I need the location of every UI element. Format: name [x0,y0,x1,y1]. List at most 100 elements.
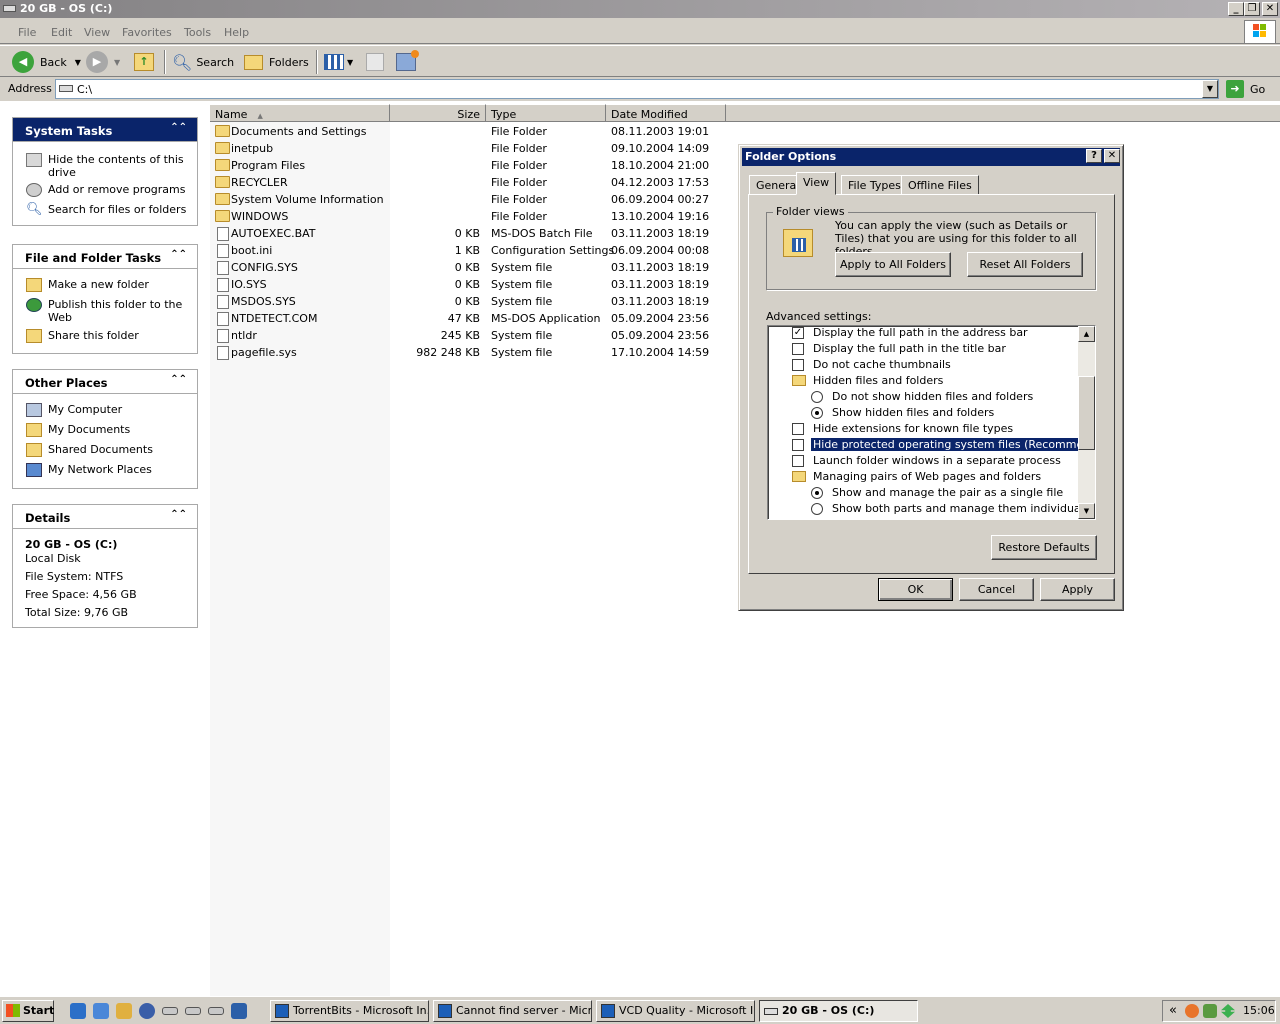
setting-radio[interactable]: Show both parts and manage them individu… [768,501,1093,517]
maximize-button[interactable]: ❐ [1244,2,1260,16]
help-button[interactable]: ? [1086,149,1102,163]
details-header[interactable]: Details ⌃⌃ [13,505,197,529]
network-activity-icon[interactable] [1221,1004,1235,1018]
advanced-settings-scrollbar[interactable]: ▲ ▼ [1078,326,1095,519]
menu-file[interactable]: File [18,26,36,39]
folders-button[interactable]: Folders [244,52,309,72]
file-row[interactable]: CONFIG.SYS 0 KB System file 03.11.2003 18:1… [210,259,730,276]
apply-button[interactable]: Apply [1040,578,1115,601]
checkbox[interactable] [792,439,804,451]
setting-check[interactable]: ✓ Display the full path in the address ba… [768,326,1078,341]
my-computer-link[interactable]: My Computer [13,403,197,417]
scroll-thumb[interactable] [1078,376,1095,450]
address-dropdown-button[interactable]: ▼ [1202,80,1218,98]
file-row[interactable]: RECYCLER File Folder 04.12.2003 17:53 [210,174,730,191]
menu-view[interactable]: View [84,26,110,39]
restore-defaults-button[interactable]: Restore Defaults [991,535,1097,560]
minimize-button[interactable]: _ [1228,2,1244,16]
move-to-button[interactable] [366,52,384,72]
file-folder-tasks-header[interactable]: File and Folder Tasks ⌃⌃ [13,245,197,269]
back-button[interactable]: ◀ Back ▼ [12,51,81,73]
menu-favorites[interactable]: Favorites [122,26,172,39]
my-documents-link[interactable]: My Documents [13,423,197,437]
taskbar-task-cannot-find-server[interactable]: Cannot find server - Micr... [433,1000,592,1022]
clock[interactable]: 15:06 [1243,1004,1275,1017]
advanced-settings-list[interactable]: ✓ Display the full path in the address ba… [767,325,1096,520]
dialog-titlebar[interactable]: Folder Options ? ✕ [742,148,1120,166]
close-button[interactable]: ✕ [1262,2,1278,16]
file-row[interactable]: IO.SYS 0 KB System file 03.11.2003 18:19 [210,276,730,293]
menu-edit[interactable]: Edit [51,26,72,39]
hide-drive-contents-link[interactable]: Hide the contents of this drive [13,153,197,179]
menu-tools[interactable]: Tools [184,26,211,39]
tray-app-icon[interactable] [1203,1004,1217,1018]
taskbar-task-torrentbits[interactable]: TorrentBits - Microsoft In... [270,1000,429,1022]
reset-all-folders-button[interactable]: Reset All Folders [967,252,1083,277]
collapse-icon[interactable]: ⌃⌃ [170,122,187,133]
radio-selected[interactable] [811,407,823,419]
start-button[interactable]: Start [2,1000,54,1022]
apply-to-all-folders-button[interactable]: Apply to All Folders [835,252,951,277]
radio[interactable] [811,391,823,403]
collapse-icon[interactable]: ⌃⌃ [170,374,187,385]
setting-radio[interactable]: Show and manage the pair as a single fil… [768,485,1078,501]
collapse-icon[interactable]: ⌃⌃ [170,249,187,260]
file-row[interactable]: inetpub File Folder 09.10.2004 14:09 [210,140,730,157]
file-row[interactable]: System Volume Information File Folder 06.0… [210,191,730,208]
ie-quicklaunch-icon[interactable] [70,1003,86,1019]
system-tasks-header[interactable]: System Tasks ⌃⌃ [13,118,197,142]
setting-check[interactable]: Hide extensions for known file types [768,421,1078,437]
cancel-button[interactable]: Cancel [959,578,1034,601]
setting-radio[interactable]: Show hidden files and folders [768,405,1078,421]
outlook-quicklaunch-icon[interactable] [93,1003,109,1019]
column-header-size[interactable]: Size [390,104,486,122]
setting-check[interactable]: Hide protected operating system files (R… [768,437,1095,453]
network-quicklaunch-icon[interactable] [231,1003,247,1019]
file-row[interactable]: Documents and Settings File Folder 08.11.2… [210,123,730,140]
menu-help[interactable]: Help [224,26,249,39]
setting-check[interactable]: Launch folder windows in a separate proc… [768,453,1078,469]
notes-quicklaunch-icon[interactable] [116,1003,132,1019]
drive-quicklaunch-icon[interactable] [185,1007,201,1015]
setting-check[interactable]: Display the full path in the title bar [768,341,1078,357]
ok-button[interactable]: OK [878,578,953,601]
tray-app-icon[interactable] [1185,1004,1199,1018]
tab-file-types[interactable]: File Types [841,175,908,195]
views-button[interactable]: ▼ [324,52,353,72]
column-header-type[interactable]: Type [486,104,606,122]
checkbox[interactable] [792,455,804,467]
file-row[interactable]: WINDOWS File Folder 13.10.2004 19:16 [210,208,730,225]
customize-button[interactable] [396,50,419,72]
window-titlebar[interactable]: 20 GB - OS (C:) _ ❐ ✕ [0,0,1280,18]
taskbar-task-drive-c[interactable]: 20 GB - OS (C:) [759,1000,918,1022]
setting-radio[interactable]: Do not show hidden files and folders [768,389,1078,405]
file-row[interactable]: boot.ini 1 KB Configuration Settings 06.09.… [210,242,730,259]
file-row[interactable]: AUTOEXEC.BAT 0 KB MS-DOS Batch File 03.11.2… [210,225,730,242]
taskbar-task-vcd-quality[interactable]: VCD Quality - Microsoft I... [596,1000,755,1022]
up-folder-button[interactable]: ↑ [134,52,154,72]
shared-documents-link[interactable]: Shared Documents [13,443,197,457]
checkbox[interactable] [792,359,804,371]
setting-check[interactable]: Do not cache thumbnails [768,357,1078,373]
scroll-up-button[interactable]: ▲ [1078,326,1095,342]
radio-selected[interactable] [811,487,823,499]
collapse-icon[interactable]: ⌃⌃ [170,509,187,520]
dialog-close-button[interactable]: ✕ [1104,149,1120,163]
other-places-header[interactable]: Other Places ⌃⌃ [13,370,197,394]
tray-expand-button[interactable]: « [1169,1003,1177,1018]
go-button[interactable]: ➜ Go [1226,79,1265,99]
radio[interactable] [811,503,823,515]
address-input[interactable]: C:\ ▼ [55,79,1219,99]
share-folder-link[interactable]: Share this folder [13,329,197,343]
scroll-down-button[interactable]: ▼ [1078,503,1095,519]
search-button[interactable]: 🔍︎ Search [172,52,234,72]
tab-view[interactable]: View [796,172,837,195]
search-files-link[interactable]: 🔍︎ Search for files or folders [13,203,197,216]
checkbox[interactable] [792,423,804,435]
my-network-places-link[interactable]: My Network Places [13,463,197,477]
file-row[interactable]: ntldr 245 KB System file 05.09.2004 23:56 [210,327,730,344]
checkbox[interactable] [792,343,804,355]
drive-quicklaunch-icon[interactable] [208,1007,224,1015]
column-header-name[interactable]: Name ▲ [210,104,390,122]
tab-offline-files[interactable]: Offline Files [901,175,979,195]
